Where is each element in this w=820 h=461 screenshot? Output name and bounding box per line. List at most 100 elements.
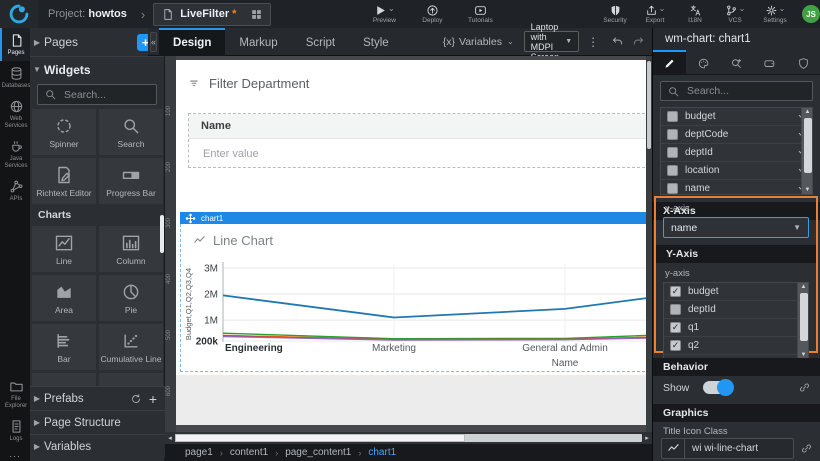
tab-style[interactable]: Style bbox=[349, 28, 403, 56]
device-selector[interactable]: Laptop with MDPI Screen ▼ bbox=[524, 31, 579, 52]
list-scrollbar[interactable]: ▲▼ bbox=[797, 283, 808, 359]
checkbox-row-deptCode[interactable]: deptCode bbox=[661, 126, 812, 144]
rail-overflow-button[interactable]: ··· bbox=[0, 451, 30, 461]
properties-search[interactable] bbox=[660, 81, 813, 101]
properties-tab-styles[interactable] bbox=[686, 50, 719, 74]
widget-tile-column[interactable]: Column bbox=[99, 226, 163, 272]
page-tab-livefilter[interactable]: LiveFilter * bbox=[153, 3, 271, 26]
properties-search-input[interactable] bbox=[685, 84, 806, 98]
checkbox-row-name[interactable]: name bbox=[661, 180, 812, 195]
move-icon[interactable] bbox=[184, 212, 197, 225]
left-panel-scrollbar-thumb[interactable] bbox=[160, 215, 164, 253]
widget-tile-search[interactable]: Search bbox=[99, 109, 163, 155]
user-avatar[interactable]: JS bbox=[802, 5, 820, 23]
behavior-section-header[interactable]: Behavior bbox=[653, 358, 820, 376]
checkbox-row-budget[interactable]: ✓budget bbox=[664, 283, 808, 301]
variables-menu[interactable]: {x} Variables ⌄ bbox=[443, 36, 514, 48]
topbar-action-vcs[interactable]: ⌄VCS bbox=[718, 4, 752, 24]
topbar-action-tutorials[interactable]: Tutorials bbox=[463, 4, 497, 24]
widget-tile-cumulative-line[interactable]: Cumulative Line bbox=[99, 324, 163, 370]
widget-tile-pie[interactable]: Pie bbox=[99, 275, 163, 321]
widget-search[interactable] bbox=[37, 84, 157, 105]
widget-tile-line[interactable]: Line bbox=[32, 226, 96, 272]
x-axis-select[interactable]: name ▼ bbox=[663, 217, 809, 238]
tab-script[interactable]: Script bbox=[292, 28, 349, 56]
panel-section-prefabs[interactable]: ▶Prefabs+ bbox=[30, 386, 165, 410]
scroll-up-arrow[interactable]: ▲ bbox=[802, 109, 813, 115]
grid-icon[interactable] bbox=[250, 8, 263, 21]
scroll-down-arrow[interactable]: ▼ bbox=[802, 187, 813, 193]
topbar-action-settings[interactable]: ⌄Settings bbox=[758, 4, 792, 24]
scrollbar-thumb[interactable] bbox=[804, 118, 812, 173]
add-prefab-button[interactable]: + bbox=[149, 391, 157, 407]
widget-tile-area[interactable]: Area bbox=[32, 275, 96, 321]
checkbox-row-q1[interactable]: ✓q1 bbox=[664, 319, 808, 337]
title-icon-class-input[interactable]: wi wi-line-chart bbox=[661, 438, 794, 459]
properties-tab-properties[interactable] bbox=[653, 50, 686, 74]
properties-tab-devices[interactable] bbox=[753, 50, 786, 74]
scroll-left-arrow[interactable]: ◂ bbox=[165, 434, 175, 442]
scroll-right-arrow[interactable]: ▸ bbox=[642, 434, 652, 442]
rail-item-databases[interactable]: Databases bbox=[0, 61, 30, 94]
wavemaker-logo[interactable] bbox=[0, 0, 38, 28]
bind-icon[interactable] bbox=[798, 381, 811, 394]
checkbox-unchecked[interactable] bbox=[667, 111, 678, 122]
hscroll-thumb[interactable] bbox=[175, 434, 465, 442]
checkbox-row-deptId[interactable]: deptId bbox=[661, 144, 812, 162]
topbar-action-security[interactable]: Security bbox=[598, 4, 632, 24]
panel-section-page-structure[interactable]: ▶Page Structure bbox=[30, 410, 165, 434]
checkbox-row-deptId[interactable]: deptId bbox=[664, 301, 808, 319]
checkbox-unchecked[interactable] bbox=[667, 147, 678, 158]
bind-icon[interactable] bbox=[800, 442, 813, 455]
widget-tile-bar[interactable]: Bar bbox=[32, 324, 96, 370]
tab-design[interactable]: Design bbox=[159, 28, 225, 56]
show-toggle[interactable] bbox=[703, 381, 733, 394]
widget-search-input[interactable] bbox=[62, 88, 150, 102]
redo-button[interactable] bbox=[632, 35, 645, 48]
widget-selection-bar[interactable]: chart1 bbox=[180, 212, 652, 224]
rail-item-pages[interactable]: Pages bbox=[0, 28, 30, 61]
properties-tab-security[interactable] bbox=[787, 50, 820, 74]
checkbox-row-q2[interactable]: ✓q2 bbox=[664, 337, 808, 355]
checkbox-unchecked[interactable] bbox=[667, 129, 678, 140]
checkbox-checked[interactable]: ✓ bbox=[670, 340, 681, 351]
checkbox-checked[interactable]: ✓ bbox=[670, 322, 681, 333]
name-filter-input[interactable] bbox=[201, 147, 651, 161]
more-options-button[interactable]: ⋮ bbox=[587, 35, 599, 49]
tab-markup[interactable]: Markup bbox=[225, 28, 291, 56]
panel-section-variables[interactable]: ▶Variables bbox=[30, 434, 165, 458]
checkbox-row-budget[interactable]: budget bbox=[661, 108, 812, 126]
filter-form-header[interactable]: Filter Department bbox=[188, 76, 309, 91]
rail-item-java-services[interactable]: Java Services bbox=[0, 134, 30, 174]
rail-item-file-explorer[interactable]: File Explorer bbox=[0, 374, 30, 414]
line-chart-widget-body[interactable]: Line Chart 200k1M2M3MEngineeringMarketin… bbox=[180, 224, 650, 372]
list-scrollbar[interactable]: ▲▼ bbox=[801, 108, 812, 194]
collapse-panel-button[interactable]: « bbox=[150, 32, 157, 52]
properties-tab-events[interactable] bbox=[720, 50, 753, 74]
topbar-action-deploy[interactable]: Deploy bbox=[415, 4, 449, 24]
page-canvas[interactable]: Filter Department Name chart1 Line Chart… bbox=[176, 60, 652, 425]
canvas-horizontal-scrollbar[interactable]: ◂ ▸ bbox=[165, 432, 652, 444]
breadcrumb-item-page1[interactable]: page1 bbox=[185, 447, 213, 458]
graphics-section-header[interactable]: Graphics bbox=[653, 404, 820, 422]
checkbox-row-location[interactable]: location bbox=[661, 162, 812, 180]
widget-tile-richtext-editor[interactable]: Richtext Editor bbox=[32, 158, 96, 204]
live-filter-form[interactable]: Name bbox=[188, 113, 652, 168]
rail-item-apis[interactable]: APIs bbox=[0, 174, 30, 207]
widget-tile-progress-bar[interactable]: Progress Bar bbox=[99, 158, 163, 204]
checkbox-unchecked[interactable] bbox=[667, 183, 678, 194]
scrollbar-thumb[interactable] bbox=[800, 293, 808, 341]
rail-item-logs[interactable]: Logs bbox=[0, 414, 30, 447]
breadcrumb-item-page_content1[interactable]: page_content1 bbox=[285, 447, 351, 458]
widget-tile-spinner[interactable]: Spinner bbox=[32, 109, 96, 155]
checkbox-unchecked[interactable] bbox=[670, 304, 681, 315]
hscroll-track[interactable] bbox=[175, 434, 642, 442]
breadcrumb-item-content1[interactable]: content1 bbox=[230, 447, 268, 458]
topbar-action-i18n[interactable]: I18N bbox=[678, 4, 712, 24]
widgets-section-row[interactable]: ▼ Widgets bbox=[30, 57, 164, 82]
y-axis-section-header[interactable]: Y-Axis bbox=[656, 245, 816, 263]
topbar-action-export[interactable]: ⌄Export bbox=[638, 4, 672, 24]
checkbox-unchecked[interactable] bbox=[667, 165, 678, 176]
breadcrumb-item-chart1[interactable]: chart1 bbox=[368, 447, 396, 458]
checkbox-checked[interactable]: ✓ bbox=[670, 286, 681, 297]
